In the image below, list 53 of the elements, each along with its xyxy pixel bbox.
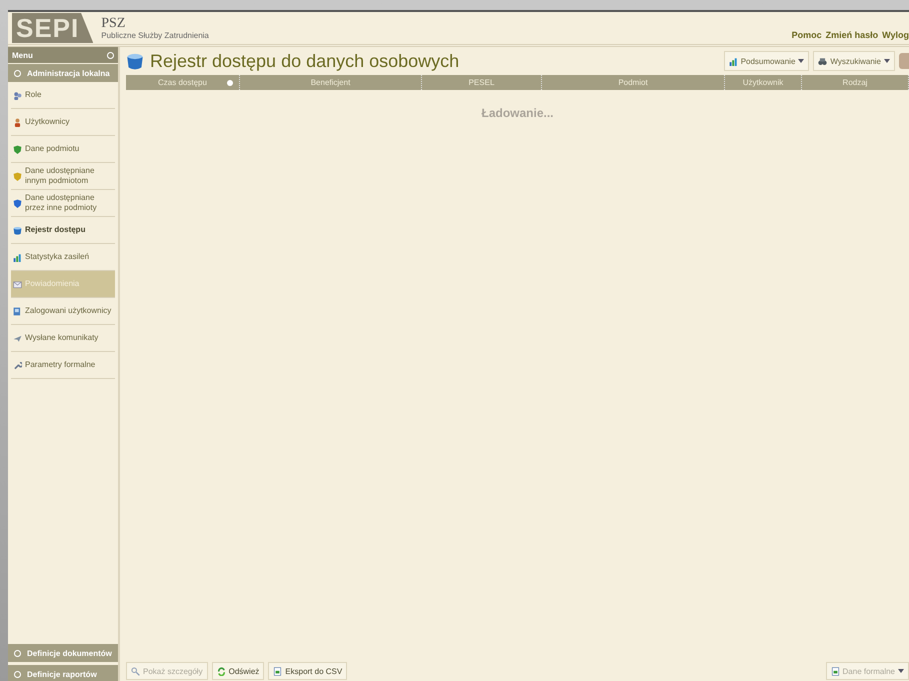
bar-chart-icon bbox=[728, 56, 738, 66]
footer-button[interactable]: Odśwież bbox=[212, 662, 264, 680]
users-icon bbox=[13, 90, 22, 100]
search-icon bbox=[131, 666, 140, 676]
menu-item[interactable]: Zalogowani użytkownicy bbox=[11, 298, 115, 325]
bar-chart-icon bbox=[13, 252, 22, 262]
bucket-icon bbox=[13, 226, 22, 234]
page-title: Rejestr dostępu do danych osobowych bbox=[150, 50, 460, 72]
section-label: Definicje raportów bbox=[27, 670, 97, 678]
menu-item[interactable]: Rejestr dostępu bbox=[11, 217, 115, 244]
logo: SEPI bbox=[12, 13, 94, 43]
dropdown-button[interactable]: Wyszukiwanie bbox=[813, 51, 895, 71]
menu-item[interactable]: Parametry formalne bbox=[11, 352, 115, 379]
menu-item[interactable]: Użytkownicy bbox=[11, 109, 115, 136]
section-header[interactable]: Definicje dokumentów bbox=[8, 644, 118, 662]
binoculars-icon bbox=[818, 56, 828, 66]
header-link[interactable]: Pomoc bbox=[792, 30, 822, 40]
circle-icon bbox=[107, 52, 114, 58]
dropdown-button[interactable]: Podsumowanie bbox=[724, 51, 810, 71]
user-icon bbox=[13, 118, 22, 126]
envelope-icon bbox=[13, 280, 22, 288]
shield-icon bbox=[13, 172, 22, 180]
shield-icon bbox=[13, 144, 22, 154]
section-header[interactable]: Definicje raportów bbox=[8, 665, 118, 681]
paper-plane-icon bbox=[13, 334, 22, 342]
menu-item[interactable]: Wysłane komunikaty bbox=[11, 325, 115, 352]
refresh-icon bbox=[216, 666, 226, 676]
circle-icon bbox=[14, 650, 21, 656]
caret-icon bbox=[884, 59, 890, 63]
section-label: Administracja lokalna bbox=[27, 68, 110, 78]
monitor-icon bbox=[13, 306, 22, 316]
section-header[interactable]: Administracja lokalna bbox=[8, 64, 118, 82]
header-link[interactable]: Zmień hasło bbox=[826, 30, 878, 40]
section-label: Definicje dokumentów bbox=[27, 648, 112, 658]
menu-item[interactable]: Dane udostępniane innym podmiotom bbox=[11, 163, 115, 190]
org-abbreviation: PSZ bbox=[101, 16, 126, 30]
caret-icon bbox=[898, 669, 904, 673]
menu-title: Menu bbox=[12, 50, 33, 60]
loading-message: Ładowanie... bbox=[481, 106, 554, 122]
circle-icon bbox=[14, 70, 21, 76]
shield-icon bbox=[13, 198, 22, 208]
menu-item[interactable]: Dane udostępniane przez inne podmioty bbox=[11, 190, 115, 217]
caret-icon bbox=[798, 59, 804, 63]
footer-button[interactable]: Eksport do CSV bbox=[268, 662, 348, 680]
menu-item[interactable]: Dane podmiotu bbox=[11, 136, 115, 163]
menu-item[interactable]: Role bbox=[11, 82, 115, 109]
sort-icon bbox=[227, 80, 233, 86]
bucket-icon bbox=[126, 52, 144, 70]
circle-icon bbox=[14, 670, 21, 678]
org-name: Publiczne Służby Zatrudnienia bbox=[101, 30, 209, 40]
document-icon bbox=[830, 666, 840, 676]
header-link[interactable]: Wylog bbox=[882, 30, 909, 40]
document-icon bbox=[273, 666, 282, 676]
